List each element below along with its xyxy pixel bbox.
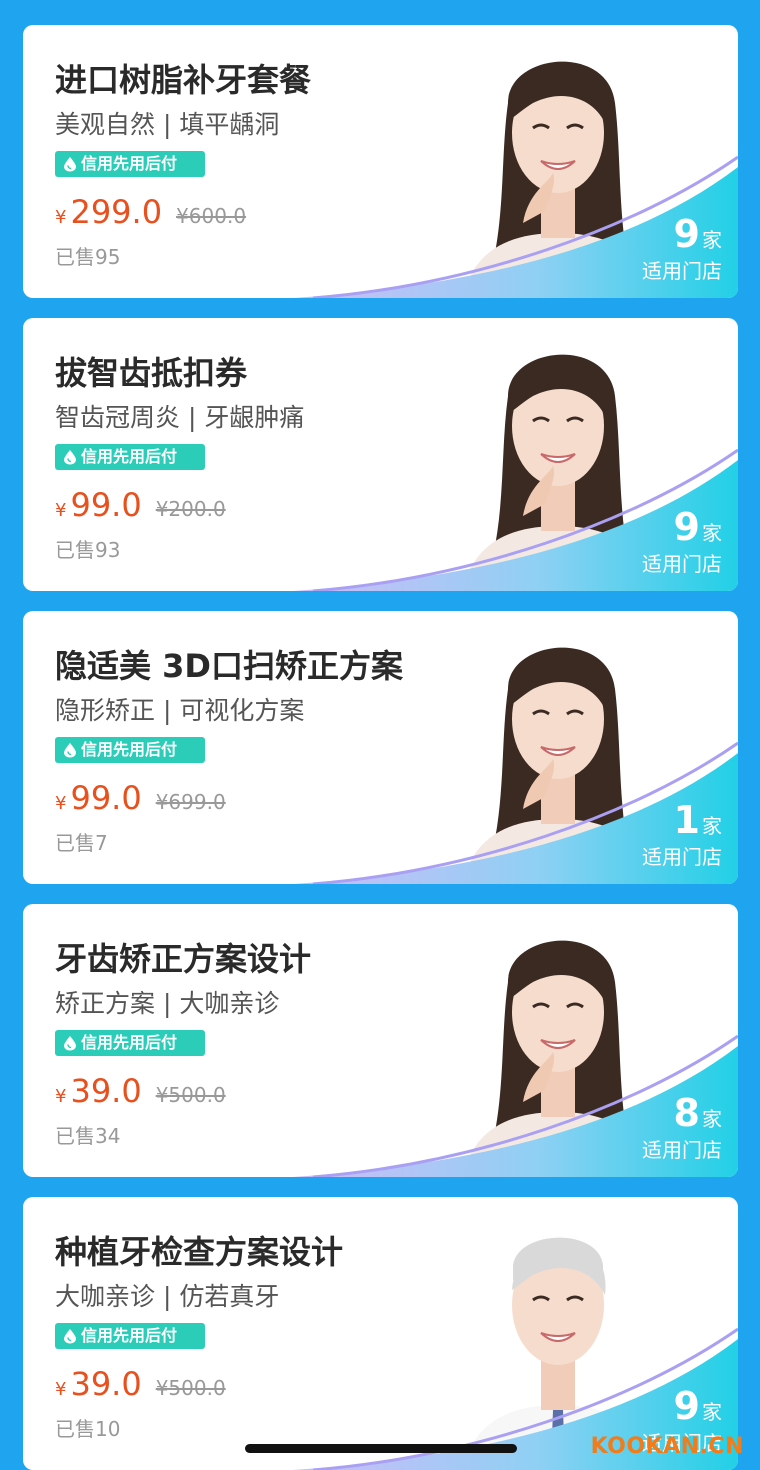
price-row: ¥ 39.0 ¥500.0: [55, 1365, 226, 1403]
sold-count: 已售10: [55, 1417, 121, 1441]
currency-symbol: ¥: [55, 207, 67, 228]
sold-count: 已售93: [55, 538, 121, 562]
currency-symbol: ¥: [55, 500, 67, 521]
home-indicator[interactable]: [245, 1444, 517, 1453]
product-title: 进口树脂补牙套餐: [55, 61, 312, 99]
store-count-number: 9: [673, 212, 700, 256]
currency-symbol: ¥: [55, 793, 67, 814]
woman-smiling-icon: [463, 61, 653, 298]
product-card[interactable]: 种植牙检查方案设计 大咖亲诊 | 仿若真牙 信用先用后付 ¥ 39.0 ¥500…: [23, 1197, 738, 1470]
store-count[interactable]: 8 家: [674, 1091, 722, 1135]
price-row: ¥ 299.0 ¥600.0: [55, 193, 246, 231]
store-count-unit: 家: [702, 814, 722, 838]
currency-symbol: ¥: [55, 1086, 67, 1107]
product-subtitle: 大咖亲诊 | 仿若真牙: [55, 1282, 280, 1311]
price-row: ¥ 99.0 ¥699.0: [55, 779, 226, 817]
credit-pay-badge: 信用先用后付: [55, 151, 205, 177]
woman-smiling-icon: [463, 647, 653, 884]
product-subtitle: 矫正方案 | 大咖亲诊: [55, 989, 280, 1018]
original-price: ¥600.0: [176, 204, 247, 228]
store-count[interactable]: 9 家: [674, 212, 722, 256]
product-subtitle: 隐形矫正 | 可视化方案: [55, 696, 305, 725]
product-card[interactable]: 隐适美 3D口扫矫正方案 隐形矫正 | 可视化方案 信用先用后付 ¥ 99.0 …: [23, 611, 738, 884]
woman-smiling-icon: [463, 354, 653, 591]
price-value: 39.0: [70, 1365, 142, 1403]
sold-count: 已售34: [55, 1124, 121, 1148]
currency-symbol: ¥: [55, 1379, 67, 1400]
product-title: 牙齿矫正方案设计: [55, 940, 312, 978]
badge-label: 信用先用后付: [81, 740, 178, 759]
product-card[interactable]: 进口树脂补牙套餐 美观自然 | 填平龋洞 信用先用后付 ¥ 299.0 ¥600…: [23, 25, 738, 298]
price-value: 39.0: [70, 1072, 142, 1110]
store-count[interactable]: 9 家: [674, 1384, 722, 1428]
store-count-number: 8: [673, 1091, 700, 1135]
original-price: ¥500.0: [155, 1376, 226, 1400]
price-row: ¥ 99.0 ¥200.0: [55, 486, 226, 524]
credit-pay-badge: 信用先用后付: [55, 1030, 205, 1056]
store-count[interactable]: 1 家: [674, 798, 722, 842]
store-label[interactable]: 适用门店: [642, 548, 722, 577]
store-count-number: 1: [673, 798, 700, 842]
woman-smiling-icon: [463, 940, 653, 1177]
sold-count: 已售95: [55, 245, 121, 269]
product-title: 拔智齿抵扣券: [55, 354, 248, 392]
store-count-unit: 家: [702, 1400, 722, 1424]
credit-pay-badge: 信用先用后付: [55, 1323, 205, 1349]
store-label[interactable]: 适用门店: [642, 1134, 722, 1163]
drop-icon: [64, 1329, 76, 1344]
credit-pay-badge: 信用先用后付: [55, 444, 205, 470]
original-price: ¥500.0: [155, 1083, 226, 1107]
store-label[interactable]: 适用门店: [642, 255, 722, 284]
badge-label: 信用先用后付: [81, 1326, 178, 1345]
store-label[interactable]: 适用门店: [642, 841, 722, 870]
drop-icon: [64, 743, 76, 758]
doctor-icon: [463, 1237, 653, 1470]
badge-label: 信用先用后付: [81, 1033, 178, 1052]
store-count-unit: 家: [702, 521, 722, 545]
product-card[interactable]: 牙齿矫正方案设计 矫正方案 | 大咖亲诊 信用先用后付 ¥ 39.0 ¥500.…: [23, 904, 738, 1177]
watermark: KOOKAN.CN: [590, 1434, 744, 1459]
original-price: ¥200.0: [155, 497, 226, 521]
store-count[interactable]: 9 家: [674, 505, 722, 549]
store-count-number: 9: [673, 505, 700, 549]
badge-label: 信用先用后付: [81, 447, 178, 466]
product-card[interactable]: 拔智齿抵扣券 智齿冠周炎 | 牙龈肿痛 信用先用后付 ¥ 99.0 ¥200.0…: [23, 318, 738, 591]
store-count-number: 9: [673, 1384, 700, 1428]
drop-icon: [64, 450, 76, 465]
badge-label: 信用先用后付: [81, 154, 178, 173]
sold-count: 已售7: [55, 831, 108, 855]
store-count-unit: 家: [702, 1107, 722, 1131]
store-count-unit: 家: [702, 228, 722, 252]
drop-icon: [64, 1036, 76, 1051]
price-value: 299.0: [70, 193, 163, 231]
original-price: ¥699.0: [155, 790, 226, 814]
product-subtitle: 智齿冠周炎 | 牙龈肿痛: [55, 403, 305, 432]
drop-icon: [64, 157, 76, 172]
credit-pay-badge: 信用先用后付: [55, 737, 205, 763]
price-value: 99.0: [70, 486, 142, 524]
product-list: 进口树脂补牙套餐 美观自然 | 填平龋洞 信用先用后付 ¥ 299.0 ¥600…: [0, 0, 760, 1470]
product-title: 隐适美 3D口扫矫正方案: [55, 647, 403, 685]
price-row: ¥ 39.0 ¥500.0: [55, 1072, 226, 1110]
price-value: 99.0: [70, 779, 142, 817]
product-subtitle: 美观自然 | 填平龋洞: [55, 110, 280, 139]
product-title: 种植牙检查方案设计: [55, 1233, 344, 1271]
